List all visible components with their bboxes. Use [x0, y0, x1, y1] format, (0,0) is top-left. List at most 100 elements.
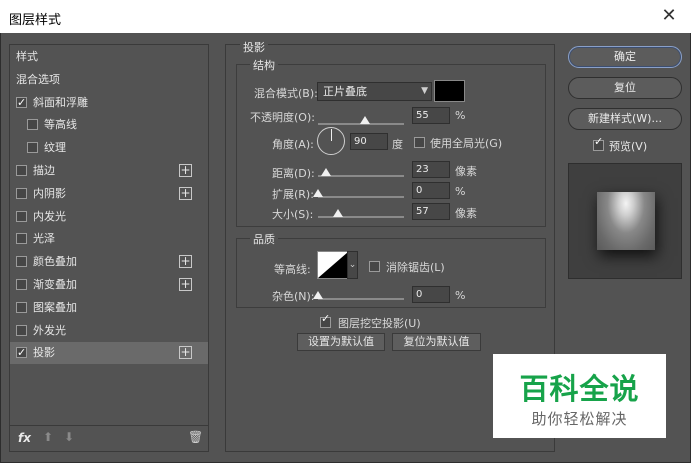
distance-slider-thumb[interactable]: [320, 168, 331, 176]
style-item-checkbox[interactable]: [16, 256, 27, 268]
watermark-subtitle: 助你轻松解决: [531, 410, 628, 428]
style-item[interactable]: 内阴影 +: [10, 183, 208, 205]
opacity-input[interactable]: 55: [412, 107, 450, 124]
spread-slider-track[interactable]: [318, 196, 404, 198]
size-label: 大小(S):: [272, 208, 314, 221]
style-item-label: 描边: [33, 164, 55, 177]
blend-mode-select[interactable]: 正片叠底 ▼: [317, 82, 432, 101]
style-item[interactable]: 等高线: [10, 114, 208, 136]
blend-mode-label: 混合模式(B):: [254, 87, 318, 100]
opacity-slider-thumb[interactable]: [360, 116, 371, 124]
style-item-label: 光泽: [33, 232, 55, 246]
move-up-icon[interactable]: ⬆: [43, 430, 53, 444]
style-item-label: 等高线: [44, 118, 77, 132]
title-bar: 图层样式 ✕: [0, 0, 691, 33]
style-item-label: 渐变叠加: [33, 278, 77, 291]
spread-input[interactable]: 0: [412, 182, 450, 199]
angle-input[interactable]: 90: [350, 133, 388, 150]
trash-icon[interactable]: 🗑: [188, 430, 203, 444]
style-item[interactable]: 样式: [10, 46, 208, 68]
close-icon[interactable]: ✕: [659, 6, 679, 26]
style-item[interactable]: 描边 +: [10, 160, 208, 182]
style-preview: [568, 163, 682, 279]
shadow-color-swatch[interactable]: [434, 80, 465, 102]
style-list-scrollbar[interactable]: [208, 45, 209, 451]
style-item-label: 内阴影: [33, 186, 66, 200]
spread-slider-thumb[interactable]: [313, 189, 323, 197]
add-effect-icon[interactable]: +: [179, 164, 192, 177]
global-light-label: 使用全局光(G): [430, 137, 503, 150]
style-list-panel: 样式混合选项斜面和浮雕等高线纹理描边 + 内阴影 + 内发光光泽颜色叠加 + 渐变叠加 + 图案…: [9, 44, 209, 452]
style-item[interactable]: 颜色叠加 +: [10, 251, 208, 273]
angle-dial[interactable]: [317, 127, 345, 155]
knockout-checkbox[interactable]: [320, 312, 331, 328]
size-slider-thumb[interactable]: [332, 209, 343, 217]
distance-input[interactable]: 23: [412, 161, 450, 178]
reset-default-button[interactable]: 复位为默认值: [392, 333, 481, 351]
style-item-label: 纹理: [44, 141, 66, 155]
style-list-footer: fx ⬆ ⬇ 🗑: [10, 425, 208, 451]
style-item-label: 混合选项: [16, 72, 60, 86]
chevron-down-icon: ▼: [421, 86, 428, 96]
style-item[interactable]: 投影 +: [10, 342, 208, 365]
noise-unit: %: [455, 289, 466, 302]
add-effect-icon[interactable]: +: [179, 186, 192, 200]
style-item[interactable]: 渐变叠加 +: [10, 274, 208, 296]
knockout-label: 图层挖空投影(U): [338, 317, 421, 330]
style-item-label: 图案叠加: [33, 300, 77, 314]
preview-checkbox[interactable]: [593, 135, 604, 151]
style-item-checkbox[interactable]: [16, 92, 27, 114]
distance-unit: 像素: [455, 165, 477, 178]
style-item-checkbox[interactable]: [16, 187, 27, 199]
noise-slider-track[interactable]: [318, 298, 404, 300]
style-item[interactable]: 斜面和浮雕: [10, 92, 208, 114]
global-light-checkbox[interactable]: [414, 137, 425, 148]
style-item-checkbox[interactable]: [27, 119, 38, 131]
watermark-title: 百科全说: [519, 372, 640, 406]
style-item-checkbox[interactable]: [16, 342, 27, 364]
style-item[interactable]: 内发光: [10, 206, 208, 228]
add-effect-icon[interactable]: +: [179, 255, 192, 269]
style-item-checkbox[interactable]: [16, 210, 27, 222]
style-item-label: 样式: [16, 50, 38, 63]
fx-icon[interactable]: fx: [18, 431, 31, 445]
preview-swatch: [597, 192, 655, 250]
style-item-checkbox[interactable]: [16, 233, 27, 245]
new-style-button[interactable]: 新建样式(W)...: [568, 108, 682, 130]
distance-label: 距离(D):: [272, 167, 315, 180]
add-effect-icon[interactable]: +: [179, 278, 192, 291]
distance-slider-track[interactable]: [318, 175, 404, 177]
quality-title: 品质: [250, 231, 278, 247]
noise-input[interactable]: 0: [412, 286, 450, 303]
style-item[interactable]: 图案叠加: [10, 297, 208, 319]
style-item[interactable]: 光泽: [10, 228, 208, 250]
style-item-checkbox[interactable]: [16, 324, 27, 336]
move-down-icon[interactable]: ⬇: [64, 430, 74, 444]
ok-button[interactable]: 确定: [568, 46, 682, 68]
contour-preview[interactable]: [317, 251, 349, 279]
style-item-checkbox[interactable]: [16, 301, 27, 313]
contour-dropdown-button[interactable]: ⌄: [347, 251, 358, 279]
noise-label: 杂色(N):: [272, 290, 315, 303]
style-list: 样式混合选项斜面和浮雕等高线纹理描边 + 内阴影 + 内发光光泽颜色叠加 + 渐变叠加 + 图案…: [10, 45, 208, 425]
spread-label: 扩展(R):: [272, 188, 314, 201]
style-item[interactable]: 外发光: [10, 320, 208, 342]
style-item-label: 颜色叠加: [33, 255, 77, 269]
blend-mode-value: 正片叠底: [323, 85, 367, 98]
reset-button[interactable]: 复位: [568, 77, 682, 99]
style-item[interactable]: 混合选项: [10, 69, 208, 91]
add-effect-icon[interactable]: +: [179, 346, 192, 360]
noise-slider-thumb[interactable]: [313, 291, 323, 299]
antialias-checkbox[interactable]: [369, 261, 380, 272]
contour-label: 等高线:: [274, 263, 311, 276]
style-item-label: 斜面和浮雕: [33, 95, 88, 109]
style-item-checkbox[interactable]: [16, 279, 27, 290]
size-input[interactable]: 57: [412, 203, 450, 220]
style-item-checkbox[interactable]: [27, 142, 38, 154]
set-default-button[interactable]: 设置为默认值: [297, 333, 385, 351]
contour-curve-icon: [318, 252, 348, 278]
style-item[interactable]: 纹理: [10, 137, 208, 159]
style-item-checkbox[interactable]: [16, 165, 27, 176]
size-slider-track[interactable]: [318, 216, 404, 218]
angle-label: 角度(A):: [272, 138, 314, 151]
